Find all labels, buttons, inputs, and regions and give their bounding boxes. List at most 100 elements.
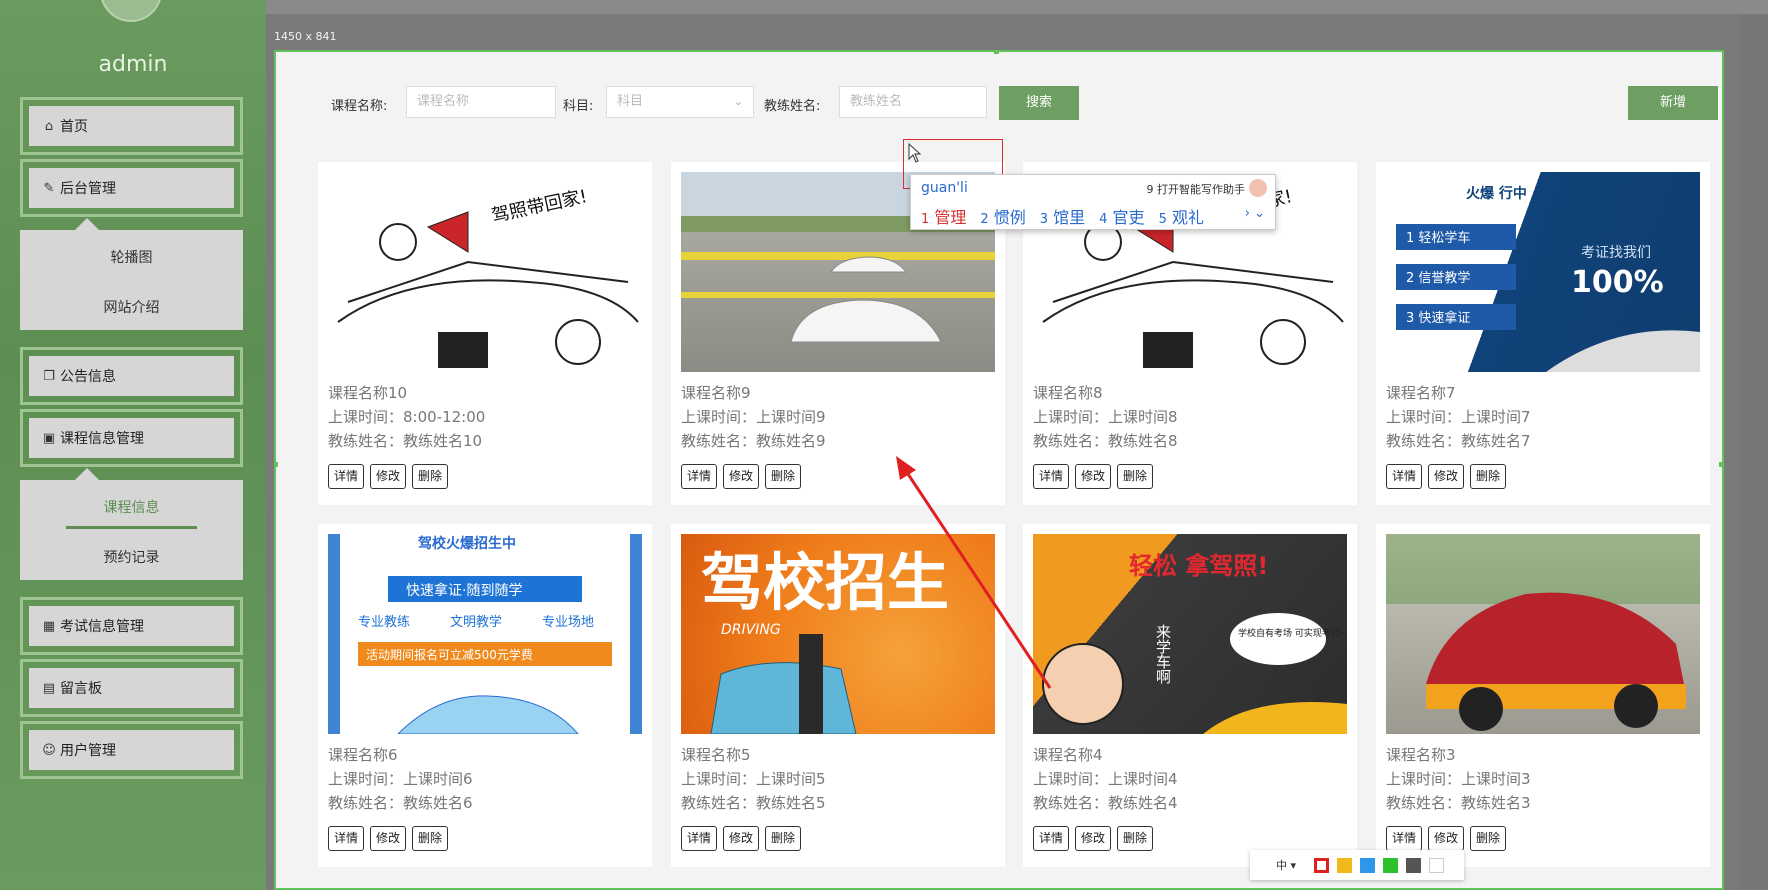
ime-candidate[interactable]: 5 观礼 xyxy=(1159,204,1204,228)
delete-button[interactable]: 删除 xyxy=(1117,464,1154,489)
ime-candidate-word: 官吏 xyxy=(1112,208,1145,227)
course-card[interactable]: 课程名称3 上课时间：上课时间3 教练姓名：教练姓名3 详情 修改 删除 xyxy=(1376,524,1710,867)
course-coach: 教练姓名：教练姓名6 xyxy=(328,794,473,812)
color-swatch[interactable] xyxy=(1337,857,1353,873)
edit-button[interactable]: 修改 xyxy=(723,826,760,851)
course-time: 上课时间：上课时间6 xyxy=(328,770,473,788)
color-swatch[interactable] xyxy=(1314,857,1330,873)
edit-button[interactable]: 修改 xyxy=(1075,464,1112,489)
annotation-arrow xyxy=(896,456,1052,689)
ime-candidates: 1 管理 2 惯例 3 馆里 4 官吏 5 观礼 xyxy=(921,204,1204,228)
orange-sub: DRIVING xyxy=(721,622,781,638)
nav-home[interactable]: ⌂ 首页 xyxy=(20,97,243,155)
resize-handle[interactable] xyxy=(1719,462,1722,467)
detail-button[interactable]: 详情 xyxy=(681,464,718,489)
course-coach: 教练姓名：教练姓名5 xyxy=(681,794,826,812)
edit-button[interactable]: 修改 xyxy=(1428,464,1465,489)
edit-button[interactable]: 修改 xyxy=(370,826,407,851)
color-swatch[interactable] xyxy=(1406,857,1422,873)
edit-button[interactable]: 修改 xyxy=(1075,826,1112,851)
ime-typed-text: guan'li xyxy=(921,180,968,196)
ime-more-icon[interactable]: › ⌄ xyxy=(1245,206,1265,221)
delete-button[interactable]: 删除 xyxy=(1470,464,1507,489)
color-swatch[interactable] xyxy=(1360,857,1376,873)
detail-button[interactable]: 详情 xyxy=(1386,826,1423,851)
detail-button[interactable]: 详情 xyxy=(328,464,365,489)
ime-candidate[interactable]: 4 官吏 xyxy=(1099,204,1144,228)
submenu-carousel[interactable]: 轮播图 xyxy=(20,233,243,283)
delete-button[interactable]: 删除 xyxy=(412,464,449,489)
course-card[interactable]: 驾照带回家! 课程名称10 上课时间：8:00-12:00 教练姓名：教练姓名1… xyxy=(318,162,652,505)
ime-candidate-number: 3 xyxy=(1039,212,1049,227)
delete-button[interactable]: 删除 xyxy=(1470,826,1507,851)
blue-slogan: 考证找我们 xyxy=(1581,245,1651,261)
submenu-course-info[interactable]: 课程信息 xyxy=(20,483,243,533)
resize-handle[interactable] xyxy=(994,52,999,54)
color-swatch[interactable] xyxy=(1429,857,1445,873)
edit-icon: ✎ xyxy=(43,180,55,196)
course-image[interactable]: 轻松 拿驾照! 来学车啊 学校自有考场 可实现考训一体化 xyxy=(1033,534,1347,734)
course-card[interactable]: 轻松 拿驾照! 来学车啊 学校自有考场 可实现考训一体化 课程名称4 上课时间：… xyxy=(1023,524,1357,867)
nav-course-mgmt-label: 课程信息管理 xyxy=(60,431,144,447)
course-title: 课程名称6 xyxy=(328,746,398,764)
delete-button[interactable]: 删除 xyxy=(412,826,449,851)
coach-name-input[interactable]: 教练姓名 xyxy=(839,86,987,118)
ime-candidate-popup: guan'li 9 打开智能写作助手 1 管理 2 惯例 3 馆里 4 官吏 5 观礼 … xyxy=(910,174,1276,230)
coach-name-label: 教练姓名: xyxy=(764,99,821,114)
ime-assist-link[interactable]: 9 打开智能写作助手 xyxy=(1147,181,1246,197)
course-image[interactable]: 火爆 行中 1 轻松学车 2 信誉教学 3 快速拿证 考证找我们 100% xyxy=(1386,172,1700,372)
dark-bubble: 学校自有考场 可实现考训一体化 xyxy=(1238,627,1347,639)
image-icon: ▤ xyxy=(42,680,56,696)
detail-button[interactable]: 详情 xyxy=(681,826,718,851)
ime-candidate[interactable]: 2 惯例 xyxy=(980,204,1025,228)
detail-button[interactable]: 详情 xyxy=(1033,826,1070,851)
resize-handle[interactable] xyxy=(276,462,278,467)
detail-button[interactable]: 详情 xyxy=(328,826,365,851)
nav-board-label: 留言板 xyxy=(60,681,102,697)
ime-candidate[interactable]: 1 管理 xyxy=(921,204,966,228)
course-card[interactable]: 驾校火爆招生中 快速拿证·随到随学 专业教练 文明教学 专业场地 活动期间报名可立减… xyxy=(318,524,652,867)
ime-candidate[interactable]: 3 馆里 xyxy=(1040,204,1085,228)
dimension-label: 1450 x 841 xyxy=(274,30,337,43)
avatar[interactable] xyxy=(100,0,162,22)
nav-board[interactable]: ▤ 留言板 xyxy=(20,659,243,717)
subject-select[interactable]: 科目 ⌄ xyxy=(606,86,754,118)
nav-users[interactable]: ☺ 用户管理 xyxy=(20,721,243,779)
delete-button[interactable]: 删除 xyxy=(765,826,802,851)
course-title: 课程名称9 xyxy=(681,384,751,402)
ime-candidate-word: 惯例 xyxy=(993,208,1026,227)
submenu-site-intro[interactable]: 网站介绍 xyxy=(20,283,243,333)
language-toggle[interactable]: 中 ▾ xyxy=(1276,857,1296,873)
nav-notice-label: 公告信息 xyxy=(60,369,116,385)
add-button[interactable]: 新增 xyxy=(1628,86,1718,120)
nav-notice[interactable]: ❐ 公告信息 xyxy=(20,347,243,405)
assistant-icon[interactable] xyxy=(1249,179,1267,197)
course-image[interactable]: 驾照带回家! xyxy=(328,172,642,372)
detail-button[interactable]: 详情 xyxy=(1386,464,1423,489)
nav-backend[interactable]: ✎ 后台管理 xyxy=(20,159,243,217)
nav-home-label: 首页 xyxy=(60,119,88,135)
blue-item: 2 信誉教学 xyxy=(1406,270,1470,286)
right-edge xyxy=(1740,14,1768,890)
color-swatch[interactable] xyxy=(1383,857,1399,873)
edit-button[interactable]: 修改 xyxy=(723,464,760,489)
poster-line2: 文明教学 xyxy=(450,614,502,630)
nav-exam[interactable]: ▦ 考试信息管理 xyxy=(20,597,243,655)
delete-button[interactable]: 删除 xyxy=(1117,826,1154,851)
course-card[interactable]: 火爆 行中 1 轻松学车 2 信誉教学 3 快速拿证 考证找我们 100% 课程名称… xyxy=(1376,162,1710,505)
annotation-toolstrip: 中 ▾ xyxy=(1250,850,1464,880)
user-icon: ☺ xyxy=(42,742,56,758)
edit-button[interactable]: 修改 xyxy=(1428,826,1465,851)
course-image[interactable] xyxy=(1386,534,1700,734)
subject-select-placeholder: 科目 xyxy=(617,94,644,109)
ime-candidate-number: 4 xyxy=(1099,212,1108,227)
edit-button[interactable]: 修改 xyxy=(370,464,407,489)
course-time: 上课时间：上课时间7 xyxy=(1386,408,1531,426)
course-image[interactable]: 驾校火爆招生中 快速拿证·随到随学 专业教练 文明教学 专业场地 活动期间报名可立减… xyxy=(328,534,642,734)
nav-course-mgmt[interactable]: ▣ 课程信息管理 xyxy=(20,409,243,467)
search-button[interactable]: 搜索 xyxy=(999,86,1079,120)
delete-button[interactable]: 删除 xyxy=(765,464,802,489)
submenu-booking-records[interactable]: 预约记录 xyxy=(20,533,243,583)
course-title: 课程名称8 xyxy=(1033,384,1103,402)
course-name-input[interactable]: 课程名称 xyxy=(406,86,556,118)
